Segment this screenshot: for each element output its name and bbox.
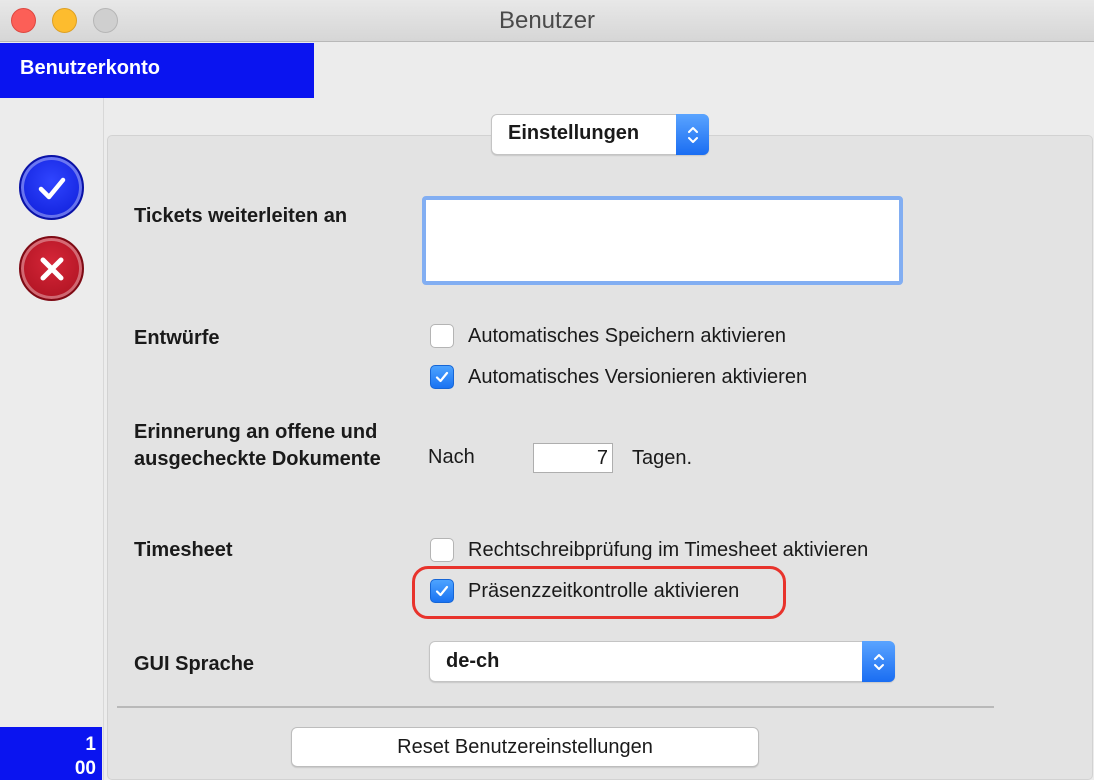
autosave-label: Automatisches Speichern aktivieren [468, 325, 786, 347]
presence-checkbox[interactable] [430, 579, 454, 603]
autosave-checkbox[interactable] [430, 324, 454, 348]
left-toolbar [0, 43, 104, 780]
forward-tickets-field[interactable] [422, 196, 903, 285]
divider [117, 706, 994, 708]
checkmark-icon [38, 177, 65, 199]
preferences-window: Benutzer Benutzerkonto 1 00 Einstellunge… [0, 0, 1094, 780]
drafts-label: Entwürfe [134, 327, 220, 349]
tab-benutzerkonto[interactable]: Benutzerkonto [0, 43, 314, 98]
reset-settings-button[interactable]: Reset Benutzereinstellungen [291, 727, 759, 767]
reminder-days-input[interactable]: 7 [533, 443, 613, 473]
reminder-suffix: Tagen. [632, 447, 693, 469]
spellcheck-label: Rechtschreibprüfung im Timesheet aktivie… [468, 539, 869, 561]
timesheet-label: Timesheet [134, 539, 233, 561]
versioning-label: Automatisches Versionieren aktivieren [468, 366, 808, 388]
counter-line-2: 00 [74, 758, 96, 779]
language-value: de-ch [446, 650, 500, 672]
reminder-label-line-2: ausgecheckte Dokumente [134, 448, 381, 470]
reminder-label-line-1: Erinnerung an offene und [134, 421, 378, 443]
spellcheck-checkbox[interactable] [430, 538, 454, 562]
popup-stepper-icon [676, 114, 709, 155]
language-label: GUI Sprache [134, 653, 255, 675]
cancel-button[interactable] [19, 236, 84, 301]
presence-label: Präsenzzeitkontrolle aktivieren [468, 580, 740, 602]
reminder-label: Erinnerung an offene und ausgecheckte Do… [134, 419, 381, 473]
select-stepper-icon [862, 641, 895, 682]
checkmark-icon [435, 585, 449, 597]
language-select[interactable]: de-ch [429, 641, 895, 682]
title-bar: Benutzer [0, 0, 1094, 42]
window-title: Benutzer [498, 7, 596, 34]
checkmark-icon [435, 371, 449, 383]
reminder-prefix: Nach [428, 446, 475, 468]
forward-label: Tickets weiterleiten an [134, 205, 348, 227]
confirm-button[interactable] [19, 155, 84, 220]
counter-line-1: 1 [85, 734, 96, 755]
counter-badge: 1 00 [0, 727, 102, 780]
section-popup-button[interactable]: Einstellungen [491, 114, 709, 155]
close-icon [40, 257, 63, 280]
versioning-checkbox[interactable] [430, 365, 454, 389]
section-popup-label: Einstellungen [508, 122, 640, 144]
